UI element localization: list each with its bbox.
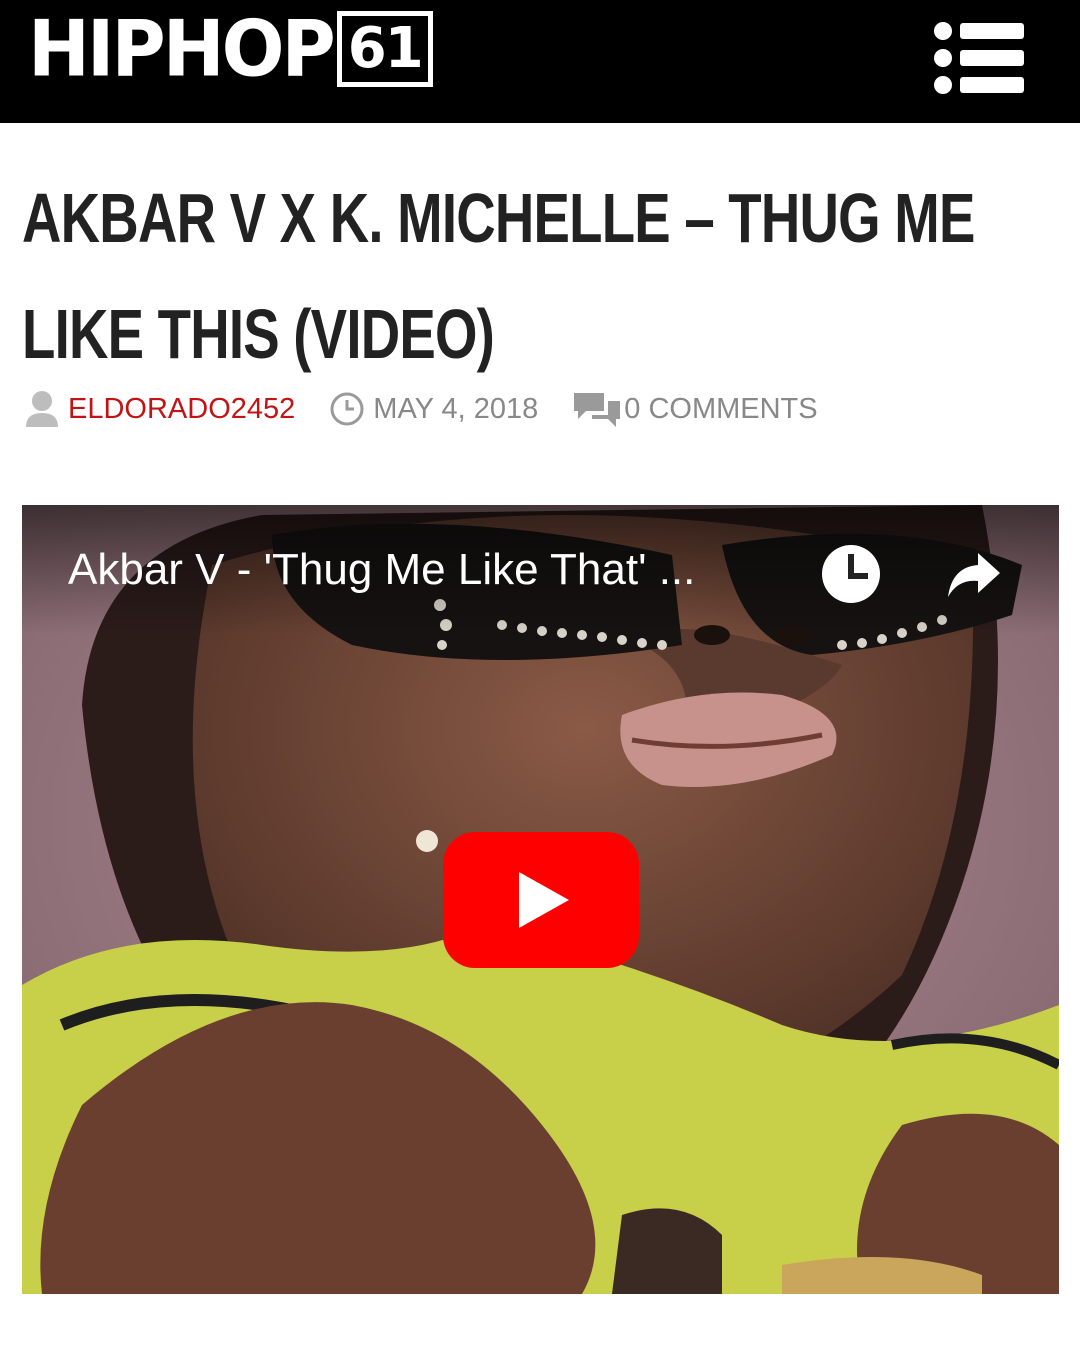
article-title: Akbar V x K. Michelle – Thug Me Like Thi…: [22, 179, 975, 373]
comments-icon: [574, 393, 621, 427]
author-meta[interactable]: ELDORADO2452: [24, 389, 295, 429]
clock-icon: [330, 392, 364, 426]
comments-meta[interactable]: 0 COMMENTS: [572, 389, 818, 429]
video-title[interactable]: Akbar V - 'Thug Me Like That' ...: [68, 545, 695, 595]
user-icon: [26, 391, 58, 427]
comments-link[interactable]: 0 COMMENTS: [624, 393, 817, 426]
author-link[interactable]: ELDORADO2452: [68, 393, 295, 426]
youtube-embed[interactable]: Akbar V - 'Thug Me Like That' ...: [22, 505, 1059, 1294]
play-icon[interactable]: [443, 832, 639, 968]
date-meta: MAY 4, 2018: [329, 391, 538, 427]
site-header: HIPHOP 61: [0, 0, 1080, 123]
site-logo[interactable]: HIPHOP 61: [28, 8, 433, 90]
menu-list-icon[interactable]: [928, 18, 1028, 98]
post-date: MAY 4, 2018: [373, 392, 539, 425]
watch-later-icon[interactable]: [820, 543, 882, 605]
logo-badge: 61: [336, 11, 433, 87]
article-meta: ELDORADO2452 MAY 4, 2018 0 COMMENTS: [24, 386, 852, 432]
share-icon[interactable]: [946, 551, 1002, 599]
logo-text: HIPHOP: [28, 3, 336, 95]
